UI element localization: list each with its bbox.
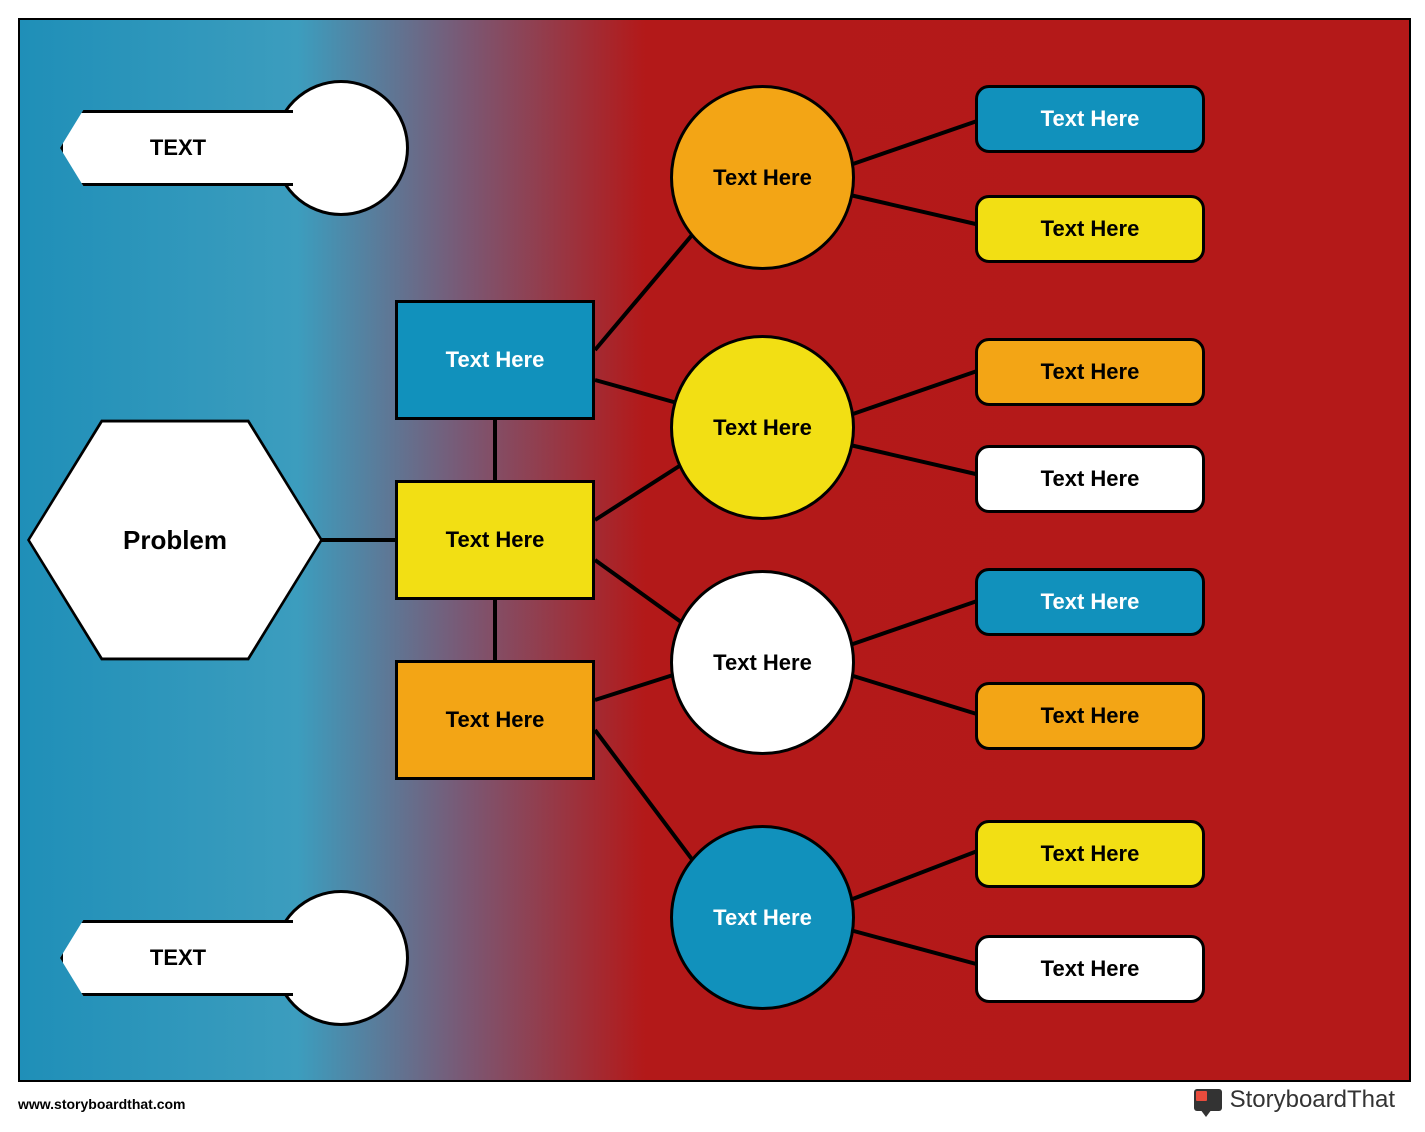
diagram-frame: TEXT TEXT Problem Text Here Text Here Te… — [0, 0, 1425, 1132]
banner-top-label: TEXT — [60, 110, 293, 186]
level3-a2-label: Text Here — [1041, 216, 1140, 242]
level1-box-c: Text Here — [395, 660, 595, 780]
level1-c-label: Text Here — [446, 707, 545, 733]
level2-a-label: Text Here — [713, 165, 812, 191]
speech-bubble-icon — [1194, 1089, 1222, 1111]
level2-circle-c: Text Here — [670, 570, 855, 755]
banner-top: TEXT — [60, 80, 409, 216]
level1-b-label: Text Here — [446, 527, 545, 553]
banner-bottom-label: TEXT — [60, 920, 293, 996]
level3-d2-label: Text Here — [1041, 956, 1140, 982]
root-label: Problem — [123, 525, 227, 556]
banner-top-bulb — [273, 80, 409, 216]
level2-b-label: Text Here — [713, 415, 812, 441]
level3-a1-label: Text Here — [1041, 106, 1140, 132]
root-hexagon: Problem — [30, 415, 320, 665]
level3-pill-b2: Text Here — [975, 445, 1205, 513]
level3-pill-b1: Text Here — [975, 338, 1205, 406]
level2-c-label: Text Here — [713, 650, 812, 676]
banner-bottom: TEXT — [60, 890, 409, 1026]
level3-c2-label: Text Here — [1041, 703, 1140, 729]
brand-logo: StoryboardThat — [1194, 1086, 1395, 1114]
footer-url: www.storyboardthat.com — [18, 1096, 186, 1112]
level3-pill-a1: Text Here — [975, 85, 1205, 153]
level1-a-label: Text Here — [446, 347, 545, 373]
level3-pill-c2: Text Here — [975, 682, 1205, 750]
level3-d1-label: Text Here — [1041, 841, 1140, 867]
level3-pill-d2: Text Here — [975, 935, 1205, 1003]
level2-circle-d: Text Here — [670, 825, 855, 1010]
level3-c1-label: Text Here — [1041, 589, 1140, 615]
level2-circle-a: Text Here — [670, 85, 855, 270]
level2-d-label: Text Here — [713, 905, 812, 931]
level3-b2-label: Text Here — [1041, 466, 1140, 492]
diagram-canvas: TEXT TEXT Problem Text Here Text Here Te… — [18, 18, 1411, 1082]
level3-b1-label: Text Here — [1041, 359, 1140, 385]
level1-box-a: Text Here — [395, 300, 595, 420]
level3-pill-d1: Text Here — [975, 820, 1205, 888]
level3-pill-a2: Text Here — [975, 195, 1205, 263]
level1-box-b: Text Here — [395, 480, 595, 600]
level3-pill-c1: Text Here — [975, 568, 1205, 636]
level2-circle-b: Text Here — [670, 335, 855, 520]
brand-name: StoryboardThat — [1230, 1086, 1395, 1114]
banner-bottom-bulb — [273, 890, 409, 1026]
